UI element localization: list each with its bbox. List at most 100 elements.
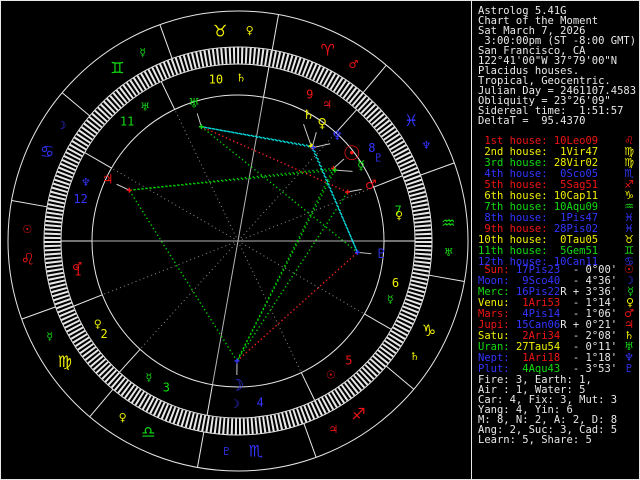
sign-divider xyxy=(21,306,56,320)
saturn-icon: ♄ xyxy=(303,108,315,123)
house-divider xyxy=(73,294,103,307)
house-ruler-icon: ☿ xyxy=(387,293,394,306)
house-cusp-line xyxy=(237,240,302,373)
sign-ruler-icon: ☽ xyxy=(56,119,66,132)
angle-cusp-line xyxy=(211,240,239,385)
house-ruler-icon: ♆ xyxy=(81,176,91,189)
house-ruler-icon: ☉ xyxy=(326,369,336,382)
sign-ruler-icon: ♅ xyxy=(444,246,454,259)
astrolog-window: ☉ ☽ ☿ ♀ ♂ ♃ ♄ ♅ ♆ ♇ ♈ ♂ ♉ ♀ ♊ ☿ ♋ ☽ ♌ ☉ ♍ ☿ ♎ ♀ ♏ ♇ ♐ ♃ ♑ ♄ ♒ ♅ ♓ ♆ 1 ♂ 2 ♀ 3 ☿… xyxy=(0,0,640,480)
house-divider xyxy=(160,81,176,110)
info-panel: Astrolog 5.41G Chart of the Moment Sat Mar… xyxy=(473,1,639,479)
mars-icon: ♂ xyxy=(365,178,377,193)
chart-wheel: ☉☽☿♀♂♃♄♅♆♇♈♂♉ ♀♊☿♋☽♌☉♍☿♎♀♏♇♐♃♑♄♒♅♓♆1♂2♀3☿… xyxy=(7,10,469,472)
house-number: 10 xyxy=(209,73,223,87)
house-number: 5 xyxy=(345,353,352,367)
sign-ruler-icon: ♃ xyxy=(328,423,338,436)
house-cusp-line xyxy=(237,240,365,315)
house-ruler-icon: ♇ xyxy=(373,151,383,164)
sign-divider xyxy=(61,92,91,117)
house-number: 12 xyxy=(73,192,87,206)
aspect-line-square xyxy=(201,126,348,193)
sign-gemini-icon: ♊ xyxy=(110,58,124,77)
neptune-icon: ♆ xyxy=(331,129,343,144)
house-ruler-icon: ♀ xyxy=(395,209,403,222)
sign-divider xyxy=(385,365,415,390)
house-ruler-icon: ♃ xyxy=(322,98,332,111)
house-divider xyxy=(373,175,403,188)
house-cusp-line xyxy=(237,186,374,242)
uranus-icon: ♅ xyxy=(188,96,200,111)
sign-ruler-icon: ☉ xyxy=(22,223,32,236)
header-line: DeltaT = 95.4370 xyxy=(478,115,586,127)
house-ruler-icon: ☽ xyxy=(230,397,240,410)
sign-cancer-icon: ♋ xyxy=(40,142,54,161)
planet-leader-line xyxy=(313,143,331,149)
sign-virgo-icon: ♍ xyxy=(58,352,72,371)
aspect-line-trine xyxy=(236,169,336,362)
house-divider xyxy=(84,152,112,169)
house-divider xyxy=(263,66,270,98)
sign-ruler-icon: ☿ xyxy=(46,330,53,343)
venus-icon: ♀ xyxy=(317,117,327,132)
aspect-line-square xyxy=(236,251,358,362)
sign-capricorn-icon: ♑ xyxy=(422,321,436,340)
chart-header: Astrolog 5.41G Chart of the Moment Sat Mar… xyxy=(478,6,637,127)
house-cusp-line xyxy=(174,109,239,242)
angle-cusp-line xyxy=(237,97,265,242)
sign-ruler-icon: ☿ xyxy=(139,46,146,59)
planet-leader-line xyxy=(303,123,312,147)
house-ruler-icon: ♂ xyxy=(72,260,82,273)
house-divider xyxy=(118,348,141,373)
sign-ruler-icon: ♇ xyxy=(221,445,231,458)
sign-ruler-icon: ♀ xyxy=(246,24,254,37)
sign-divider xyxy=(428,274,465,283)
pluto-icon: ♇ xyxy=(376,247,388,262)
planet-position-list: Sun: 17Pis23 - 0°00' ☉ Moon: 9Sco40 - 4°36… xyxy=(478,264,637,375)
sign-taurus-icon: ♉ xyxy=(213,21,227,40)
house-ruler-icon: ♀ xyxy=(94,318,102,331)
panel-divider xyxy=(471,1,472,479)
house-number: 4 xyxy=(257,395,264,409)
house-number: 3 xyxy=(163,380,170,394)
sign-aquarius-icon: ♒ xyxy=(441,214,455,233)
sign-ruler-icon: ♆ xyxy=(421,139,431,152)
sign-divider xyxy=(11,199,48,208)
aspect-line-trine xyxy=(129,169,335,191)
house-ruler-icon: ♅ xyxy=(140,100,150,113)
house-divider xyxy=(364,313,392,330)
house-number: 11 xyxy=(120,115,134,129)
sign-divider xyxy=(303,423,317,458)
house-divider xyxy=(206,384,213,416)
sign-ruler-icon: ♂ xyxy=(348,58,358,71)
stats-line: Learn: 5, Share: 5 xyxy=(478,434,592,446)
sign-aries-icon: ♈ xyxy=(321,41,335,60)
planet-icon: ♇ xyxy=(624,362,634,375)
sign-ruler-icon: ♀ xyxy=(119,411,127,424)
house-divider xyxy=(300,372,316,401)
aspect-line-trine xyxy=(236,168,335,362)
element-stats: Fire: 3, Earth: 1, Air : 1, Water: 5 Car: … xyxy=(478,375,637,446)
house-ruler-icon: ☿ xyxy=(146,371,153,384)
sign-leo-icon: ♌ xyxy=(21,249,35,268)
sign-ruler-icon: ♄ xyxy=(410,350,420,363)
house-number: 9 xyxy=(306,88,313,102)
sign-divider xyxy=(420,162,455,176)
sign-divider xyxy=(271,14,280,51)
mercury-icon: ☿ xyxy=(357,159,365,174)
sign-divider xyxy=(196,431,205,468)
house-cusp-list: 1st house: 10Leo09 ♌ 2nd house: 1Vir47 ♍ 3… xyxy=(478,135,637,268)
sign-pisces-icon: ♓ xyxy=(404,111,418,130)
sign-divider xyxy=(159,24,173,59)
house-number: 6 xyxy=(392,276,399,290)
house-ruler-icon: ♄ xyxy=(236,72,246,85)
sign-libra-icon: ♎ xyxy=(141,422,155,441)
aspect-line-trine xyxy=(236,191,349,362)
jupiter-icon: ♃ xyxy=(102,173,114,188)
house-cusp-line xyxy=(111,167,239,242)
planet-leader-line xyxy=(334,169,353,172)
house-cusp-line xyxy=(102,240,239,296)
sign-scorpio-icon: ♏ xyxy=(249,442,263,461)
aspect-line-trine xyxy=(200,126,358,253)
moon-icon: ☽ xyxy=(230,375,244,394)
